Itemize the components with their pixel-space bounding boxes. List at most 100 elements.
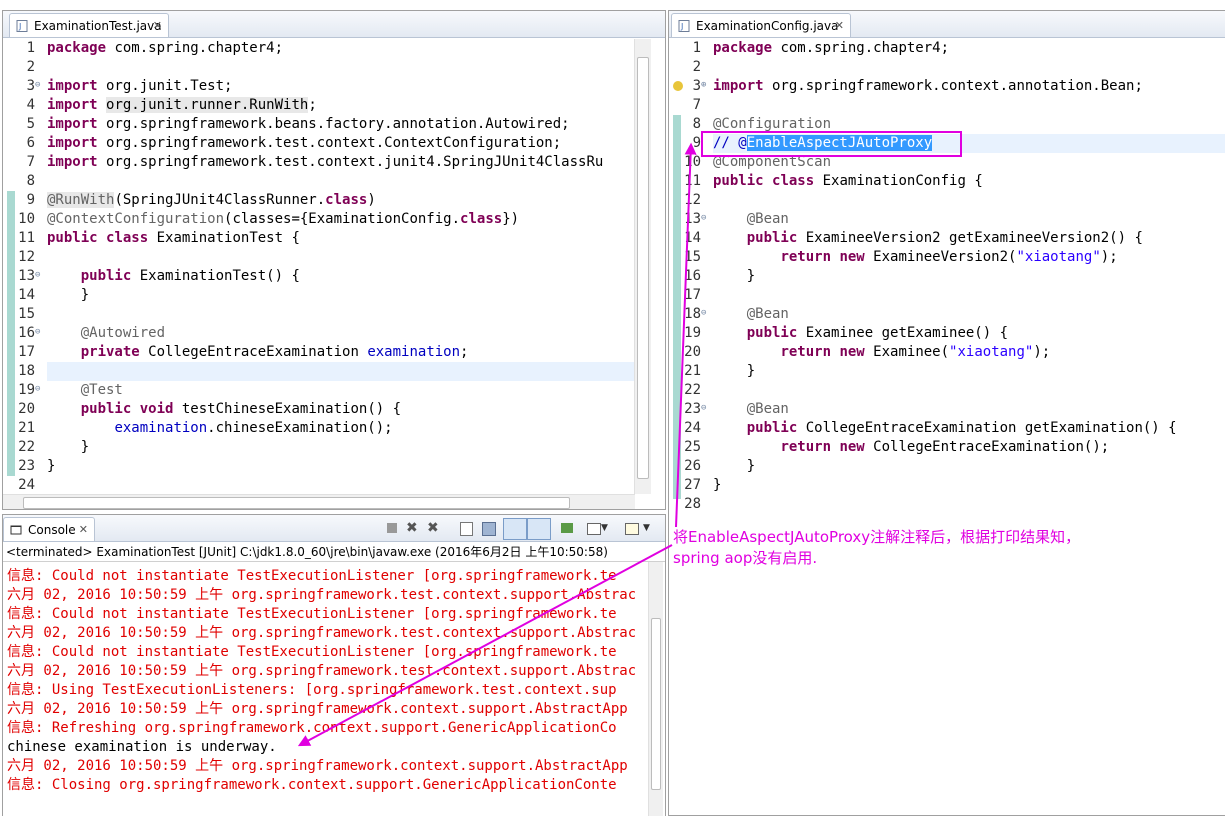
code-line[interactable]: 11 public class ExaminationConfig {: [669, 172, 1225, 191]
code-line[interactable]: 16 ⊖ @Autowired: [3, 324, 665, 343]
code-line[interactable]: 4 import org.junit.runner.RunWith;: [3, 96, 665, 115]
code-line[interactable]: 25 return new CollegeEntraceExamination(…: [669, 438, 1225, 457]
show-on-output-icon[interactable]: [527, 518, 551, 540]
tab-examinationtest[interactable]: J ExaminationTest.java ✕: [9, 13, 169, 37]
code-line[interactable]: 14 }: [3, 286, 665, 305]
close-icon[interactable]: ✕: [153, 14, 162, 38]
fold-icon[interactable]: ⊖: [35, 385, 44, 394]
line-number: 10: [18, 211, 35, 227]
left-code-area[interactable]: 1 package com.spring.chapter4; 2 3 ⊖ import o…: [3, 39, 665, 495]
remove-launch-icon[interactable]: ✖: [406, 521, 422, 535]
scroll-thumb[interactable]: [23, 497, 570, 509]
fold-icon[interactable]: ⊕: [701, 81, 710, 90]
code-line[interactable]: 9 @RunWith(SpringJUnit4ClassRunner.class): [3, 191, 665, 210]
fold-icon[interactable]: ⊖: [35, 271, 44, 280]
tab-examinationconfig[interactable]: J ExaminationConfig.java ✕: [671, 13, 851, 37]
code-line[interactable]: 12: [669, 191, 1225, 210]
code-line[interactable]: 20 return new Examinee("xiaotang");: [669, 343, 1225, 362]
console-pane: Console ✕ ✖ ✖ ▼ ▼ <terminated> Examinati…: [2, 514, 666, 816]
code-line[interactable]: 18 ⊖ @Bean: [669, 305, 1225, 324]
console-line: 信息: Could not instantiate TestExecutionL…: [7, 644, 617, 660]
code-line[interactable]: 22 }: [3, 438, 665, 457]
code-line[interactable]: 24: [3, 476, 665, 495]
scroll-lock-icon[interactable]: [481, 521, 497, 536]
code-line[interactable]: 23 ⊖ @Bean: [669, 400, 1225, 419]
code-line[interactable]: 21 examination.chineseExamination();: [3, 419, 665, 438]
chevron-down-icon[interactable]: ▼: [601, 521, 617, 535]
fold-icon[interactable]: ⊖: [35, 81, 44, 90]
highlight-box: [701, 131, 962, 157]
left-vertical-scrollbar[interactable]: [634, 39, 651, 494]
line-number: 24: [18, 477, 35, 493]
line-number: 23: [684, 401, 701, 417]
line-number: 27: [684, 477, 701, 493]
code-text: import org.springframework.test.context.…: [47, 135, 562, 151]
console-output[interactable]: 信息: Could not instantiate TestExecutionL…: [3, 567, 649, 816]
console-icon: [10, 525, 22, 535]
code-line[interactable]: 17: [669, 286, 1225, 305]
console-line: 信息: Refreshing org.springframework.conte…: [7, 720, 617, 736]
code-line[interactable]: 1 package com.spring.chapter4;: [669, 39, 1225, 58]
code-line[interactable]: 2: [3, 58, 665, 77]
code-line[interactable]: 23}: [3, 457, 665, 476]
code-line[interactable]: 10 @ContextConfiguration(classes={Examina…: [3, 210, 665, 229]
code-line[interactable]: 18: [3, 362, 665, 381]
code-line[interactable]: 16 }: [669, 267, 1225, 286]
code-line[interactable]: 28: [669, 495, 1225, 514]
code-line[interactable]: 2: [669, 58, 1225, 77]
clear-console-icon[interactable]: [459, 521, 475, 536]
open-console-icon[interactable]: [623, 521, 639, 535]
close-icon[interactable]: ✕: [79, 518, 88, 542]
code-line[interactable]: 19 ⊖ @Test: [3, 381, 665, 400]
line-number: 9: [692, 135, 701, 151]
code-line[interactable]: 19 public Examinee getExaminee() {: [669, 324, 1225, 343]
tab-label: Console: [28, 523, 76, 537]
code-line[interactable]: 7: [669, 96, 1225, 115]
code-line[interactable]: 11 public class ExaminationTest {: [3, 229, 665, 248]
line-number: 4: [26, 97, 35, 113]
code-line[interactable]: 27}: [669, 476, 1225, 495]
fold-icon[interactable]: ⊖: [701, 214, 710, 223]
code-line[interactable]: 3 ⊖ import org.junit.Test;: [3, 77, 665, 96]
svg-text:J: J: [18, 22, 21, 31]
code-line[interactable]: 5 import org.springframework.beans.factor…: [3, 115, 665, 134]
code-line[interactable]: 13 ⊖ @Bean: [669, 210, 1225, 229]
code-line[interactable]: 17 private CollegeEntraceExamination exa…: [3, 343, 665, 362]
code-line[interactable]: 14 public ExamineeVersion2 getExamineeVe…: [669, 229, 1225, 248]
code-line[interactable]: 15: [3, 305, 665, 324]
word-wrap-icon[interactable]: [503, 518, 527, 540]
tab-console[interactable]: Console ✕: [3, 517, 95, 541]
code-line[interactable]: 12: [3, 248, 665, 267]
code-line[interactable]: 8: [3, 172, 665, 191]
code-text: import org.junit.Test;: [47, 78, 233, 94]
java-file-icon: J: [16, 20, 28, 32]
display-console-icon[interactable]: [585, 521, 601, 535]
code-line[interactable]: 21 }: [669, 362, 1225, 381]
line-number: 15: [684, 249, 701, 265]
right-code-area[interactable]: 1 package com.spring.chapter4; 2 3 ⊕ import o…: [669, 39, 1225, 514]
pin-console-icon[interactable]: [559, 521, 575, 535]
terminate-icon[interactable]: [385, 521, 401, 535]
fold-icon[interactable]: ⊖: [701, 309, 710, 318]
code-line[interactable]: 15 return new ExamineeVersion2("xiaotang…: [669, 248, 1225, 267]
console-vertical-scrollbar[interactable]: [648, 562, 663, 816]
code-line[interactable]: 22: [669, 381, 1225, 400]
fold-icon[interactable]: ⊖: [701, 404, 710, 413]
remove-all-icon[interactable]: ✖: [427, 521, 443, 535]
close-icon[interactable]: ✕: [835, 14, 844, 38]
code-line[interactable]: 1 package com.spring.chapter4;: [3, 39, 665, 58]
scroll-thumb[interactable]: [637, 57, 649, 479]
left-horizontal-scrollbar[interactable]: [3, 494, 635, 509]
code-line[interactable]: 7 import org.springframework.test.context…: [3, 153, 665, 172]
line-number: 5: [26, 116, 35, 132]
console-line: 信息: Could not instantiate TestExecutionL…: [7, 568, 617, 584]
chevron-down-icon[interactable]: ▼: [643, 521, 659, 535]
code-line[interactable]: 24 public CollegeEntraceExamination getE…: [669, 419, 1225, 438]
code-line[interactable]: 20 public void testChineseExamination() …: [3, 400, 665, 419]
code-line[interactable]: 3 ⊕ import org.springframework.context.ann…: [669, 77, 1225, 96]
code-line[interactable]: 26 }: [669, 457, 1225, 476]
fold-icon[interactable]: ⊖: [35, 328, 44, 337]
code-line[interactable]: 6 import org.springframework.test.context…: [3, 134, 665, 153]
code-line[interactable]: 13 ⊖ public ExaminationTest() {: [3, 267, 665, 286]
scroll-thumb[interactable]: [651, 618, 661, 790]
